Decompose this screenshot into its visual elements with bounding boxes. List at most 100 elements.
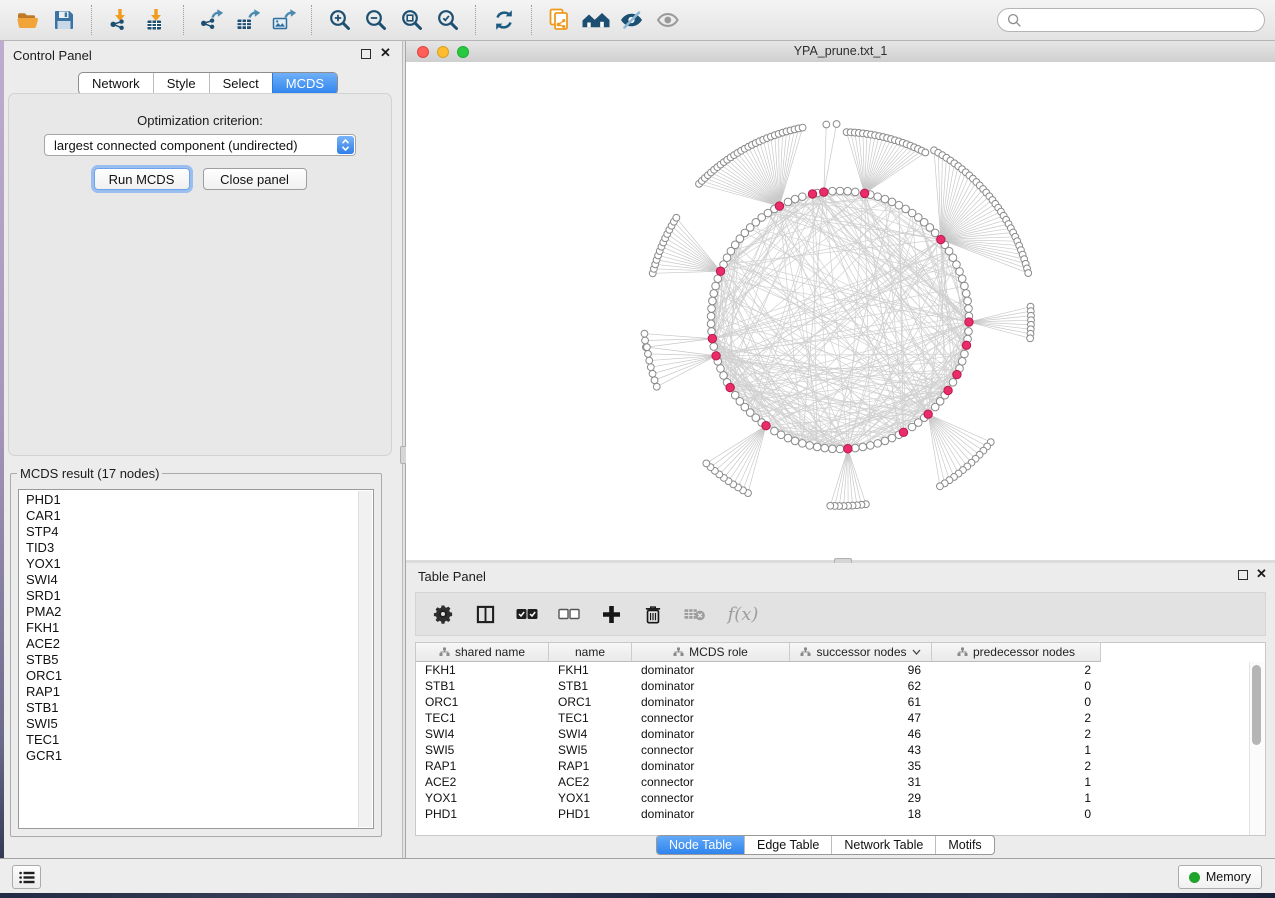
graph-node[interactable] [771, 427, 779, 435]
graph-node[interactable] [961, 282, 969, 290]
graph-node[interactable] [965, 305, 973, 313]
minimize-window-icon[interactable] [437, 46, 449, 58]
tab-network-table[interactable]: Network Table [831, 836, 935, 854]
graph-node[interactable] [962, 290, 970, 298]
task-history-button[interactable] [12, 865, 41, 889]
graph-node[interactable] [799, 193, 807, 201]
graph-node[interactable] [874, 440, 882, 448]
zoom-out-button[interactable] [358, 3, 394, 37]
graph-node[interactable] [813, 443, 821, 451]
graph-satellite-node[interactable] [653, 383, 660, 390]
graph-node[interactable] [851, 188, 859, 196]
graph-node[interactable] [717, 365, 725, 373]
column-header-MCDS-role[interactable]: MCDS role [632, 643, 790, 662]
graph-hub-node[interactable] [726, 383, 734, 391]
graph-node[interactable] [821, 444, 829, 452]
graph-hub-node[interactable] [712, 352, 720, 360]
graph-satellite-node[interactable] [645, 350, 652, 357]
open-session-button[interactable] [10, 3, 46, 37]
graph-node[interactable] [836, 187, 844, 195]
mcds-result-item[interactable]: PMA2 [26, 604, 373, 620]
tab-motifs[interactable]: Motifs [935, 836, 993, 854]
column-header-successor-nodes[interactable]: successor nodes [790, 643, 932, 662]
graph-satellite-node[interactable] [642, 337, 649, 344]
table-scrollbar[interactable] [1249, 662, 1265, 835]
import-network-button[interactable] [102, 3, 138, 37]
mcds-result-item[interactable]: TEC1 [26, 732, 373, 748]
function-builder-button[interactable]: f(x) [726, 603, 760, 625]
mcds-result-list[interactable]: PHD1CAR1STP4TID3YOX1SWI4SRD1PMA2FKH1ACE2… [18, 489, 374, 829]
graph-satellite-node[interactable] [651, 377, 658, 384]
graph-hub-node[interactable] [965, 318, 973, 326]
search-input[interactable] [1028, 12, 1255, 29]
graph-node[interactable] [710, 343, 718, 351]
tab-mcds[interactable]: MCDS [272, 73, 337, 94]
zoom-fit-button[interactable] [394, 3, 430, 37]
graph-hub-node[interactable] [708, 334, 716, 342]
network-canvas[interactable] [406, 62, 1275, 560]
table-row[interactable]: SWI5SWI5connector431 [416, 742, 1265, 758]
graph-hub-node[interactable] [775, 202, 783, 210]
delete-column-button[interactable] [642, 603, 664, 625]
column-header-name[interactable]: name [549, 643, 632, 662]
graph-node[interactable] [956, 268, 964, 276]
graph-satellite-node[interactable] [1027, 335, 1034, 342]
graph-hub-node[interactable] [937, 235, 945, 243]
graph-hub-node[interactable] [762, 421, 770, 429]
graph-hub-node[interactable] [844, 445, 852, 453]
graph-hub-node[interactable] [962, 341, 970, 349]
graph-satellite-node[interactable] [833, 121, 840, 128]
close-window-icon[interactable] [417, 46, 429, 58]
hide-selected-button[interactable] [614, 3, 650, 37]
home-button[interactable] [578, 3, 614, 37]
graph-hub-node[interactable] [860, 189, 868, 197]
graph-satellite-node[interactable] [647, 364, 654, 371]
graph-node[interactable] [709, 297, 717, 305]
mcds-result-item[interactable]: GCR1 [26, 748, 373, 764]
graph-node[interactable] [791, 437, 799, 445]
table-row[interactable]: ACE2ACE2connector311 [416, 774, 1265, 790]
zoom-selected-button[interactable] [430, 3, 466, 37]
graph-node[interactable] [806, 442, 814, 450]
network-from-selection-button[interactable] [542, 3, 578, 37]
graph-node[interactable] [949, 378, 957, 386]
mcds-result-item[interactable]: YOX1 [26, 556, 373, 572]
table-row[interactable]: RAP1RAP1dominator352 [416, 758, 1265, 774]
tab-style[interactable]: Style [153, 73, 209, 94]
mcds-result-item[interactable]: STB1 [26, 700, 373, 716]
search-box[interactable] [997, 8, 1265, 32]
mcds-result-item[interactable]: STP4 [26, 524, 373, 540]
maximize-window-icon[interactable] [457, 46, 469, 58]
tab-network[interactable]: Network [79, 73, 153, 94]
deselect-all-rows-button[interactable] [558, 603, 580, 625]
show-all-button[interactable] [650, 3, 686, 37]
graph-satellite-node[interactable] [649, 370, 656, 377]
graph-satellite-node[interactable] [641, 330, 648, 337]
graph-node[interactable] [908, 423, 916, 431]
show-columns-button[interactable] [474, 603, 496, 625]
graph-hub-node[interactable] [820, 188, 828, 196]
graph-hub-node[interactable] [953, 370, 961, 378]
graph-node[interactable] [784, 198, 792, 206]
mcds-result-item[interactable]: CAR1 [26, 508, 373, 524]
close-panel-button[interactable]: Close panel [203, 168, 307, 190]
graph-node[interactable] [961, 350, 969, 358]
mcds-result-item[interactable]: SRD1 [26, 588, 373, 604]
table-row[interactable]: PHD1PHD1dominator180 [416, 806, 1265, 822]
graph-satellite-node[interactable] [922, 149, 929, 156]
graph-node[interactable] [881, 437, 889, 445]
import-table-button[interactable] [138, 3, 174, 37]
graph-node[interactable] [710, 290, 718, 298]
table-row[interactable]: STB1STB1dominator620 [416, 678, 1265, 694]
graph-node[interactable] [859, 443, 867, 451]
select-all-rows-button[interactable] [516, 603, 538, 625]
graph-node[interactable] [867, 442, 875, 450]
graph-node[interactable] [836, 445, 844, 453]
run-mcds-button[interactable]: Run MCDS [94, 168, 190, 190]
graph-node[interactable] [881, 195, 889, 203]
column-header-predecessor-nodes[interactable]: predecessor nodes [932, 643, 1101, 662]
float-panel-icon[interactable] [1238, 570, 1248, 580]
graph-satellite-node[interactable] [643, 344, 650, 351]
close-panel-icon[interactable]: ✕ [380, 46, 391, 60]
network-titlebar[interactable]: YPA_prune.txt_1 [406, 41, 1275, 63]
